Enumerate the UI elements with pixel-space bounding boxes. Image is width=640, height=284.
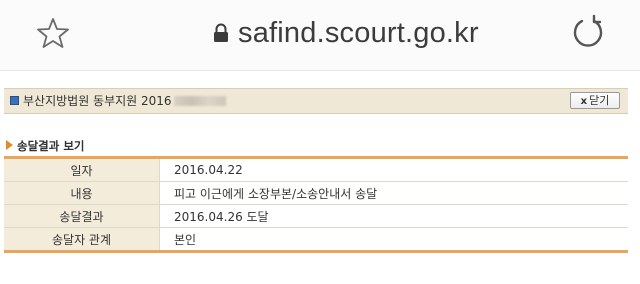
table-row: 일자 2016.04.22 xyxy=(4,157,628,182)
court-title-text: 부산지방법원 동부지원 2016 xyxy=(23,94,172,108)
table-row: 내용 피고 이근에게 소장부본/소송안내서 송달 xyxy=(4,181,628,205)
star-icon[interactable] xyxy=(36,16,70,50)
url-text[interactable]: safind.scourt.go.kr xyxy=(238,14,479,52)
row-value: 피고 이근에게 소장부본/소송안내서 송달 xyxy=(159,181,628,205)
triangle-bullet-icon xyxy=(6,140,13,150)
table-row: 송달자 관계 본인 xyxy=(4,227,628,252)
row-value: 2016.04.22 xyxy=(159,157,628,182)
close-button[interactable]: x 닫기 xyxy=(570,92,620,109)
row-value: 2016.04.26 도달 xyxy=(159,204,628,228)
browser-url-bar: safind.scourt.go.kr xyxy=(0,0,640,71)
case-header-bar: 부산지방법원 동부지원 2016 x 닫기 xyxy=(4,88,628,114)
close-icon: x xyxy=(580,96,588,107)
reload-icon[interactable] xyxy=(570,14,606,50)
section-title: 송달결과 보기 xyxy=(17,139,85,153)
row-value: 본인 xyxy=(159,227,628,252)
close-button-label: 닫기 xyxy=(589,94,610,107)
delivery-result-table: 일자 2016.04.22 내용 피고 이근에게 소장부본/소송안내서 송달 송… xyxy=(4,156,628,253)
table-row: 송달결과 2016.04.26 도달 xyxy=(4,204,628,228)
row-label: 송달자 관계 xyxy=(4,227,160,252)
redacted-case-number xyxy=(173,96,226,106)
section-heading: 송달결과 보기 xyxy=(6,139,84,153)
lock-icon xyxy=(214,23,228,42)
case-title: 부산지방법원 동부지원 2016 xyxy=(23,93,226,109)
row-label: 송달결과 xyxy=(4,204,160,228)
row-label: 내용 xyxy=(4,181,160,205)
row-label: 일자 xyxy=(4,157,160,182)
square-bullet-icon xyxy=(10,96,19,105)
